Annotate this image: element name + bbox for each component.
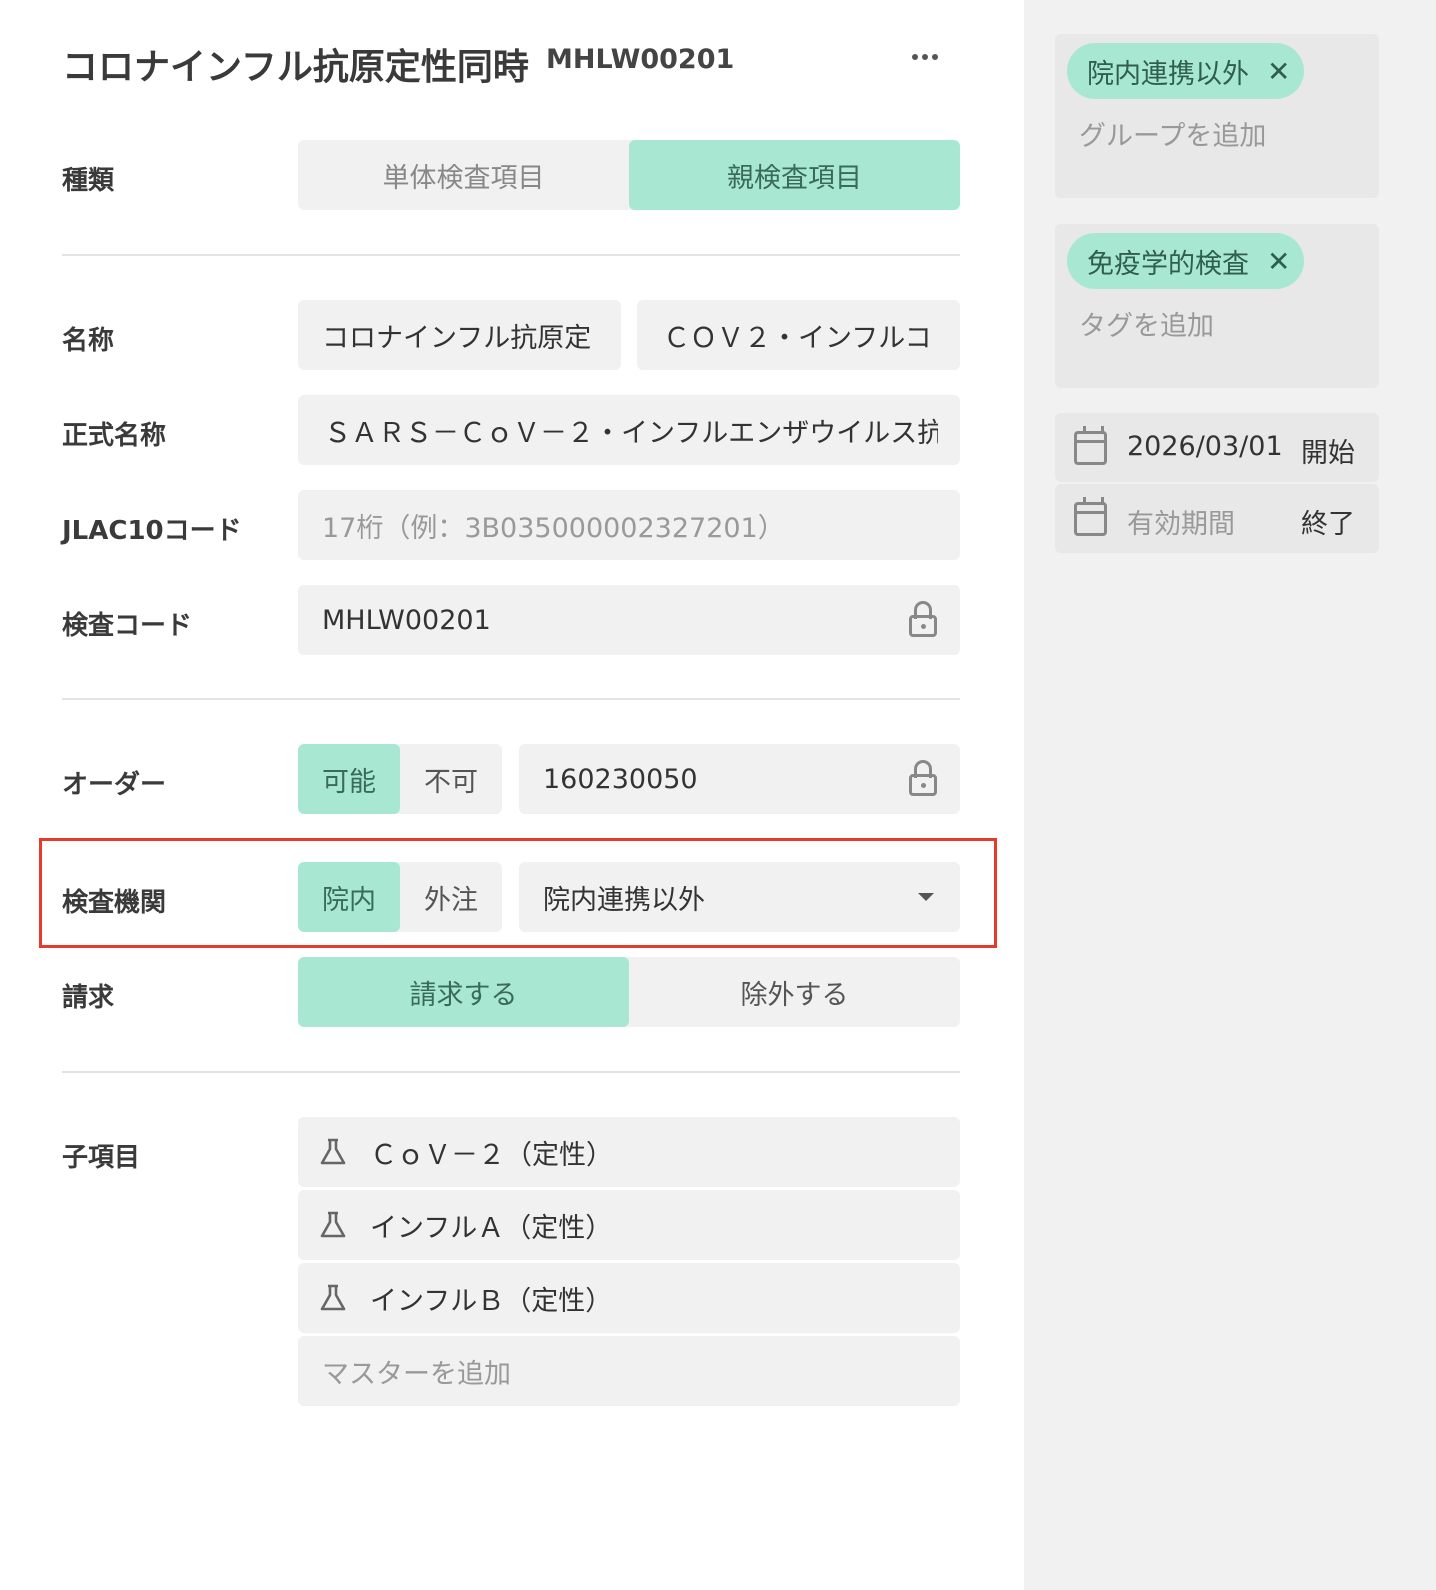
billing-option-bill[interactable]: 請求する bbox=[298, 957, 629, 1027]
order-label: オーダー bbox=[62, 770, 167, 800]
child-item-label: ＣｏＶ－２（定性） bbox=[370, 1139, 613, 1171]
child-item-label: インフルＢ（定性） bbox=[370, 1285, 613, 1317]
lab-toggle: 院内 外注 bbox=[298, 862, 502, 932]
kind-label: 種類 bbox=[62, 166, 115, 196]
child-item[interactable]: インフルＡ（定性） bbox=[298, 1190, 960, 1260]
start-date-row[interactable]: 2026/03/01 開始 bbox=[1055, 413, 1379, 482]
test-code-field: MHLW00201 bbox=[298, 585, 960, 655]
lab-label: 検査機関 bbox=[62, 888, 167, 918]
name-abbr-value: ＣＯＶ２・インフルコ bbox=[663, 322, 932, 354]
add-master-input[interactable]: マスターを追加 bbox=[298, 1336, 960, 1406]
add-tag-input[interactable]: タグを追加 bbox=[1079, 304, 1214, 343]
end-date-label: 終了 bbox=[1301, 509, 1355, 540]
group-card: 院内連携以外 ✕ グループを追加 bbox=[1055, 34, 1379, 198]
formal-name-label: 正式名称 bbox=[62, 421, 167, 451]
name-abbr-input[interactable]: ＣＯＶ２・インフルコ bbox=[637, 300, 960, 370]
child-item[interactable]: インフルＢ（定性） bbox=[298, 1263, 960, 1333]
jlac10-placeholder: 17桁（例：3B035000002327201） bbox=[322, 512, 785, 544]
formal-name-value: ＳＡＲＳ－ＣｏＶ－２・インフルエンザウイルス抗 bbox=[324, 417, 938, 449]
billing-option-exclude[interactable]: 除外する bbox=[629, 957, 960, 1027]
divider bbox=[62, 698, 960, 700]
close-icon[interactable]: ✕ bbox=[1267, 245, 1290, 278]
group-chip-label: 院内連携以外 bbox=[1087, 58, 1249, 90]
child-item[interactable]: ＣｏＶ－２（定性） bbox=[298, 1117, 960, 1187]
jlac10-input[interactable]: 17桁（例：3B035000002327201） bbox=[298, 490, 960, 560]
start-date-value: 2026/03/01 bbox=[1127, 431, 1283, 462]
lab-option-outsource[interactable]: 外注 bbox=[400, 862, 502, 932]
test-code-value: MHLW00201 bbox=[322, 604, 491, 636]
tag-card: 免疫学的検査 ✕ タグを追加 bbox=[1055, 224, 1379, 388]
divider bbox=[62, 1071, 960, 1073]
caret-down-icon bbox=[918, 893, 934, 901]
billing-label: 請求 bbox=[62, 983, 115, 1013]
start-date-label: 開始 bbox=[1301, 438, 1355, 469]
close-icon[interactable]: ✕ bbox=[1267, 55, 1290, 88]
order-code-field: 160230050 bbox=[519, 744, 960, 814]
lab-select[interactable]: 院内連携以外 bbox=[519, 862, 960, 932]
jlac10-label: JLAC10コード bbox=[62, 516, 242, 546]
kind-toggle: 単体検査項目 親検査項目 bbox=[298, 140, 960, 210]
order-option-no[interactable]: 不可 bbox=[400, 744, 502, 814]
flask-icon bbox=[320, 1284, 346, 1311]
lab-select-value: 院内連携以外 bbox=[543, 884, 705, 916]
lock-icon bbox=[908, 601, 938, 637]
page-code: MHLW00201 bbox=[546, 44, 735, 75]
end-date-placeholder: 有効期間 bbox=[1127, 509, 1235, 540]
name-label: 名称 bbox=[62, 326, 115, 356]
more-icon[interactable] bbox=[904, 40, 946, 74]
name-short-value: コロナインフル抗原定 bbox=[322, 322, 592, 354]
calendar-icon bbox=[1074, 426, 1107, 465]
children-label: 子項目 bbox=[62, 1143, 141, 1173]
tag-chip-label: 免疫学的検査 bbox=[1087, 248, 1249, 280]
page-title: コロナインフル抗原定性同時 bbox=[62, 47, 529, 88]
add-group-input[interactable]: グループを追加 bbox=[1079, 114, 1266, 153]
calendar-icon bbox=[1074, 497, 1107, 536]
lock-icon bbox=[908, 760, 938, 796]
lab-option-inhouse[interactable]: 院内 bbox=[298, 862, 400, 932]
group-chip[interactable]: 院内連携以外 ✕ bbox=[1067, 43, 1305, 99]
divider bbox=[62, 254, 960, 256]
order-option-yes[interactable]: 可能 bbox=[298, 744, 400, 814]
flask-icon bbox=[320, 1211, 346, 1238]
kind-option-single[interactable]: 単体検査項目 bbox=[298, 140, 629, 210]
name-short-input[interactable]: コロナインフル抗原定 bbox=[298, 300, 621, 370]
add-master-placeholder: マスターを追加 bbox=[322, 1358, 511, 1390]
tag-chip[interactable]: 免疫学的検査 ✕ bbox=[1067, 233, 1305, 289]
formal-name-input[interactable]: ＳＡＲＳ－ＣｏＶ－２・インフルエンザウイルス抗 bbox=[298, 395, 960, 465]
order-toggle: 可能 不可 bbox=[298, 744, 502, 814]
flask-icon bbox=[320, 1138, 346, 1165]
kind-option-parent[interactable]: 親検査項目 bbox=[629, 140, 960, 210]
main-panel: コロナインフル抗原定性同時 MHLW00201 種類 単体検査項目 親検査項目 … bbox=[0, 0, 1024, 1590]
billing-toggle: 請求する 除外する bbox=[298, 957, 960, 1027]
child-item-label: インフルＡ（定性） bbox=[370, 1212, 613, 1244]
order-code-value: 160230050 bbox=[543, 763, 698, 795]
test-code-label: 検査コード bbox=[62, 611, 193, 641]
end-date-row[interactable]: 有効期間 終了 bbox=[1055, 484, 1379, 553]
